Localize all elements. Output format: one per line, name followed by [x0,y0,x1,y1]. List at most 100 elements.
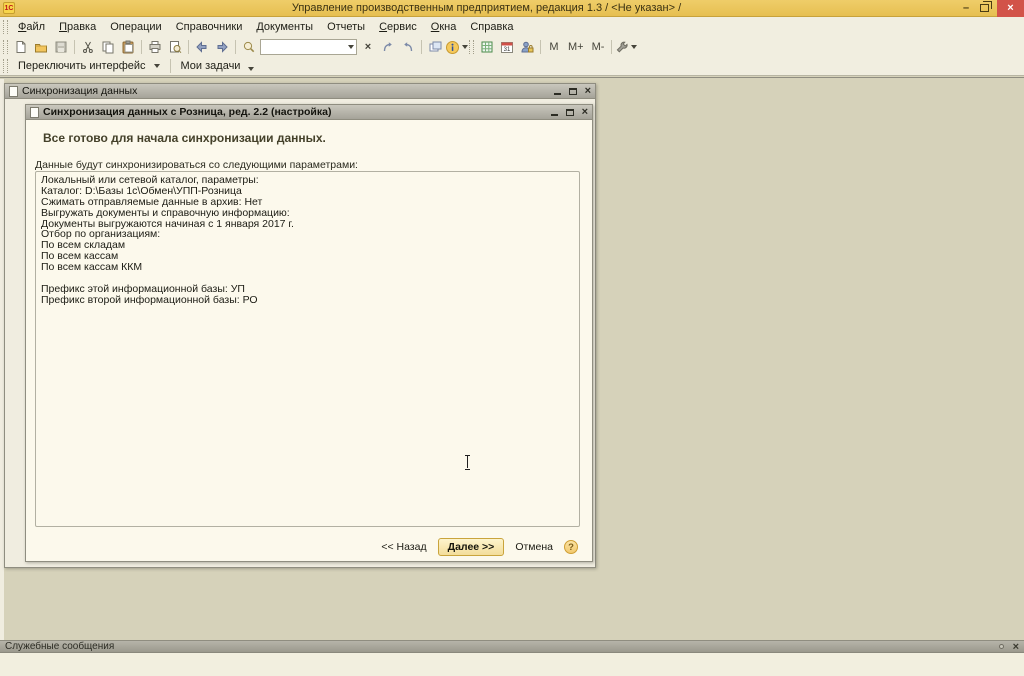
search-input[interactable] [261,40,343,54]
menu-windows[interactable]: Окна [424,19,464,35]
back-button[interactable]: << Назад [379,539,428,555]
menu-edit[interactable]: Правка [52,19,103,35]
memory-subtract-button[interactable]: M- [588,38,609,56]
menu-file[interactable]: Файл [11,19,52,35]
sync-window-titlebar[interactable]: Синхронизация данных × [5,84,595,99]
param-line: Префикс второй информационной базы: РО [41,295,574,306]
info-button[interactable] [445,38,468,56]
menu-help[interactable]: Справка [463,19,520,35]
calendar-button[interactable]: 31 [497,38,517,56]
toolbar-grip[interactable] [469,40,474,54]
cut-button[interactable] [78,38,98,56]
restore-button[interactable] [980,4,989,12]
toolbar-grip[interactable] [3,59,8,73]
service-messages-titlebar[interactable]: Служебные сообщения × [0,640,1024,653]
cascade-windows-icon [428,40,442,54]
curved-arrow-left-icon [381,40,395,54]
user-permissions-button[interactable] [517,38,537,56]
chevron-down-icon [348,45,354,49]
service-messages-title: Служебные сообщения [5,641,114,652]
windows-cascade-button[interactable] [425,38,445,56]
save-button[interactable] [51,38,71,56]
sync-settings-dialog: Синхронизация данных с Розница, ред. 2.2… [25,104,593,562]
memory-recall-button[interactable]: M [544,38,564,56]
minimize-button[interactable]: – [958,1,974,15]
sync-window-controls: × [554,86,591,96]
pin-icon[interactable] [999,644,1004,649]
combo-dropdown-button[interactable] [343,40,356,54]
toolbar-separator [421,40,422,54]
copy-button[interactable] [98,38,118,56]
help-button[interactable]: ? [564,540,578,554]
param-line: По всем кассам ККМ [41,262,574,273]
find-button[interactable] [239,38,259,56]
app-logo-icon: 1С [3,2,15,14]
close-icon[interactable]: × [1013,642,1019,652]
toolbar-separator [188,40,189,54]
undo-button[interactable] [192,38,212,56]
document-icon [30,107,39,118]
app-title: Управление производственным предприятием… [15,2,958,14]
user-lock-icon [520,40,534,54]
tools-button[interactable] [615,38,637,56]
minimize-button[interactable] [551,109,558,116]
copy-icon [101,40,115,54]
chevron-down-icon [462,45,468,49]
mdi-workspace: Синхронизация данных × Синхронизация дан… [0,77,1024,640]
switch-interface-button[interactable]: Переключить интерфейс [11,58,167,74]
menu-reports[interactable]: Отчеты [320,19,372,35]
dialog-button-row: << Назад Далее >> Отмена ? [379,538,578,556]
dialog-title: Синхронизация данных с Розница, ред. 2.2… [43,106,331,118]
toolbar-separator [611,40,612,54]
next-button[interactable]: Далее >> [438,538,505,556]
toolbar-separator [540,40,541,54]
maximize-button[interactable] [569,88,577,95]
app-titlebar: 1С Управление производственным предприят… [0,0,1024,17]
magnifier-icon [242,40,256,54]
calculator-button[interactable] [477,38,497,56]
close-icon[interactable]: × [585,86,591,96]
secondary-toolbar: Переключить интерфейс Мои задачи [0,57,1024,76]
memory-add-button[interactable]: M+ [564,38,588,56]
menu-documents[interactable]: Документы [249,19,320,35]
new-document-button[interactable] [11,38,31,56]
toolbar-grip[interactable] [3,40,8,54]
cancel-button[interactable]: Отмена [513,539,555,555]
quick-search-combo [260,39,357,55]
print-button[interactable] [145,38,165,56]
service-messages-panel: Служебные сообщения × [0,640,1024,676]
toolbar-grip[interactable] [3,20,8,34]
scissors-icon [81,40,95,54]
menu-service[interactable]: Сервис [372,19,424,35]
minimize-button[interactable] [554,88,561,95]
undo-arrow-icon [195,40,209,54]
info-icon [445,40,460,55]
document-icon [9,86,18,97]
paste-button[interactable] [118,38,138,56]
save-floppy-icon [54,40,68,54]
clear-search-button[interactable]: × [358,38,378,56]
curved-arrow-right-icon [401,40,415,54]
toolbar-separator [170,59,171,73]
maximize-button[interactable] [566,109,574,116]
svg-text:31: 31 [504,47,511,53]
nav-forward-button[interactable] [398,38,418,56]
menu-bar: Файл Правка Операции Справочники Докумен… [0,17,1024,37]
menu-catalogs[interactable]: Справочники [169,19,250,35]
my-tasks-label: Мои задачи [181,60,241,72]
dialog-titlebar[interactable]: Синхронизация данных с Розница, ред. 2.2… [26,105,592,120]
wrench-icon [615,40,629,54]
redo-button[interactable] [212,38,232,56]
dialog-controls: × [551,107,588,117]
open-button[interactable] [31,38,51,56]
close-icon[interactable]: × [582,107,588,117]
menu-operations[interactable]: Операции [103,19,168,35]
sync-parameters-panel[interactable]: Локальный или сетевой каталог, параметры… [35,171,580,527]
print-preview-button[interactable] [165,38,185,56]
nav-back-button[interactable] [378,38,398,56]
my-tasks-button[interactable]: Мои задачи [174,58,262,74]
toolbar-separator [141,40,142,54]
main-toolbar: × 31 M M+ M- [0,37,1024,57]
close-button[interactable]: × [997,0,1024,17]
chevron-down-icon [248,67,254,71]
